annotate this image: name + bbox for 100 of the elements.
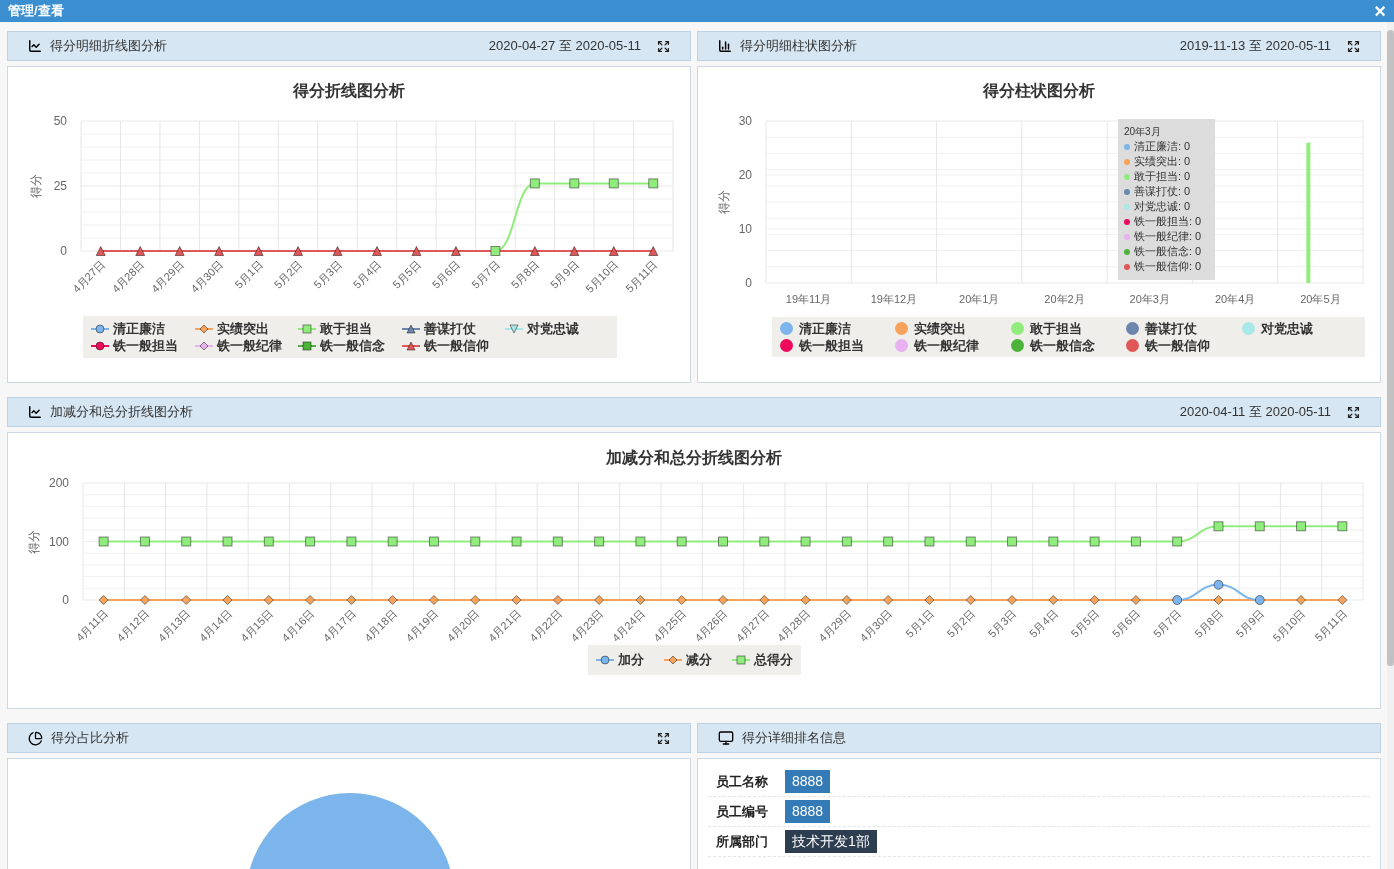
triangle-marker: [450, 246, 461, 256]
diamond-marker: [883, 595, 894, 605]
axis-tick-label: 200: [48, 476, 69, 490]
legend-label: 铁一般信念: [320, 336, 386, 355]
axis-label: 5月3日: [311, 257, 344, 291]
square-marker: [1048, 536, 1059, 547]
diamond-marker: [511, 595, 522, 605]
triangle-marker: [135, 246, 146, 256]
panel-title: 得分明细柱状图分析: [740, 37, 857, 56]
expand-icon[interactable]: [657, 731, 670, 745]
square-marker: [569, 178, 580, 189]
axis-label: 4月20日: [444, 606, 482, 644]
triangle-marker: [332, 246, 343, 256]
expand-icon[interactable]: [1347, 405, 1360, 419]
axis-label: 20年5月: [1300, 293, 1341, 305]
axis-label: 19年11月: [785, 293, 832, 305]
axis-label: 5月11日: [1312, 606, 1349, 644]
legend-label: 敢于担当: [1029, 319, 1082, 338]
diamond-marker: [718, 595, 728, 605]
triangle-marker: [608, 246, 619, 256]
legend-label: 善谋打仗: [1145, 319, 1198, 338]
legend-symbol-icon: [194, 322, 213, 335]
legend-label: 加分: [617, 651, 644, 669]
legend-symbol-icon: [505, 322, 524, 335]
triangle-marker: [529, 246, 540, 256]
square-marker: [470, 536, 481, 547]
axis-label: 4月23日: [568, 606, 606, 644]
legend-symbol-icon: [194, 339, 213, 352]
axis-title: 得分: [717, 190, 731, 214]
square-marker: [594, 536, 605, 547]
info-value: 8888: [785, 770, 831, 793]
triangle-marker: [569, 246, 580, 256]
tooltip-entry: 铁一般信仰: 0: [1134, 259, 1202, 274]
axis-label: 5月9日: [1233, 606, 1267, 640]
axis-label: 4月16日: [279, 606, 317, 644]
axis-label: 4月28日: [774, 606, 812, 644]
expand-icon[interactable]: [657, 39, 670, 53]
square-marker: [263, 536, 274, 547]
legend-label: 铁一般信念: [1029, 336, 1095, 355]
legend-label: 铁一般信仰: [423, 336, 489, 355]
circle-marker: [1213, 579, 1224, 590]
diamond-marker: [1213, 595, 1224, 605]
date-range: 2019-11-13 至 2020-05-11: [1179, 37, 1331, 56]
triangle-marker: [411, 246, 422, 256]
legend-label: 减分: [685, 651, 712, 669]
axis-label: 4月15日: [238, 606, 276, 644]
axis-label: 5月1日: [232, 257, 265, 291]
circle-marker: [1172, 595, 1183, 605]
axis-label: 4月11日: [73, 606, 111, 644]
tooltip-entry: 清正廉洁: 0: [1134, 139, 1191, 154]
axis-label: 5月6日: [1109, 606, 1143, 640]
diamond-marker: [759, 595, 770, 605]
diamond-marker: [428, 595, 439, 605]
square-marker: [346, 536, 357, 547]
triangle-marker: [174, 246, 185, 256]
axis-label: 4月21日: [485, 606, 523, 644]
diamond-marker: [1048, 595, 1059, 605]
axis-label: 20年4月: [1214, 293, 1256, 305]
legend-symbol-icon: [91, 322, 109, 335]
legend-label: 敢于担当: [320, 319, 373, 338]
square-marker: [98, 536, 109, 547]
axis-label: 4月28日: [109, 257, 147, 295]
axis-tick-label: 10: [738, 222, 752, 236]
close-button[interactable]: ×: [1374, 1, 1386, 21]
diamond-marker: [594, 595, 605, 605]
info-label: 所属部门: [716, 832, 769, 851]
legend-symbol-icon: [663, 653, 682, 666]
diamond-marker: [387, 595, 398, 605]
info-label: 员工编号: [716, 802, 769, 821]
diamond-marker: [1130, 595, 1141, 605]
scrollbar[interactable]: [1387, 22, 1394, 869]
legend-symbol-icon: [298, 339, 317, 352]
axis-title: 得分: [29, 174, 43, 198]
square-marker: [1337, 521, 1348, 532]
axis-label: 5月11日: [623, 257, 660, 295]
diamond-marker: [1089, 595, 1100, 605]
triangle-marker: [95, 246, 106, 256]
axis-label: 4月24日: [609, 606, 647, 644]
diamond-marker: [305, 595, 316, 605]
legend-label: 实绩突出: [914, 319, 967, 338]
scrollbar-thumb[interactable]: [1387, 30, 1394, 666]
diamond-marker: [470, 595, 481, 605]
line-chart-icon: [28, 405, 42, 419]
legend-symbol-icon: [731, 653, 750, 666]
tooltip-entry: 对党忠诚: 0: [1134, 199, 1191, 214]
axis-tick-label: 20: [738, 168, 752, 182]
axis-label: 4月29日: [816, 606, 854, 644]
square-marker: [800, 536, 811, 547]
square-marker: [529, 178, 540, 189]
tooltip-title: 20年3月: [1124, 125, 1162, 139]
square-marker: [965, 536, 976, 547]
axis-label: 5月9日: [548, 257, 581, 291]
expand-icon[interactable]: [1347, 39, 1360, 53]
square-marker: [511, 536, 522, 547]
panel-title: 得分占比分析: [51, 729, 129, 748]
axis-label: 4月22日: [527, 606, 565, 644]
axis-label: 5月6日: [429, 257, 463, 291]
axis-label: 19年12月: [870, 293, 918, 305]
axis-label: 4月29日: [149, 257, 187, 295]
info-label: 员工名称: [716, 772, 769, 791]
